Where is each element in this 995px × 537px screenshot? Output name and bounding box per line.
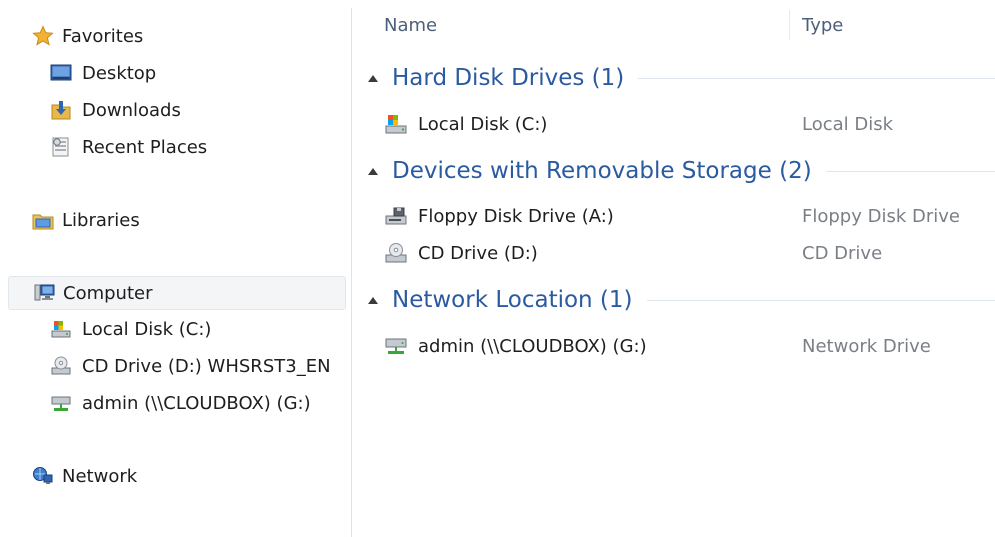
nav-favorites-label: Favorites	[62, 25, 144, 47]
nav-libraries-label: Libraries	[62, 209, 140, 231]
recent-places-icon	[52, 137, 69, 157]
nav-item-local-disk[interactable]: Local Disk (C:)	[50, 314, 211, 344]
local-disk-icon	[51, 321, 71, 338]
item-type: CD Drive	[802, 242, 883, 264]
nav-item-recent-places[interactable]: Recent Places	[50, 132, 207, 162]
group-title: Devices with Removable Storage (2)	[392, 158, 812, 184]
nav-item-downloads[interactable]: Downloads	[50, 95, 181, 125]
nav-item-label: Downloads	[82, 99, 181, 121]
group-divider	[638, 77, 995, 79]
nav-item-desktop[interactable]: Desktop	[50, 58, 156, 88]
group-header-network-location[interactable]: Network Location (1)	[368, 283, 995, 317]
group-divider	[825, 170, 995, 172]
nav-item-label: admin (\\CLOUDBOX) (G:)	[82, 392, 311, 414]
nav-computer[interactable]: Computer	[8, 276, 346, 310]
network-icon	[33, 467, 53, 484]
nav-network[interactable]: Network	[32, 461, 137, 491]
navigation-pane: Favorites Desktop Downloads Recent Place…	[0, 0, 352, 537]
star-icon	[32, 25, 54, 46]
item-type: Local Disk	[802, 113, 894, 135]
nav-libraries[interactable]: Libraries	[32, 205, 140, 235]
group-title: Hard Disk Drives (1)	[392, 65, 625, 91]
group-divider	[646, 299, 995, 301]
collapse-triangle-icon[interactable]	[368, 167, 378, 175]
network-drive-icon	[385, 338, 407, 354]
nav-item-network-drive[interactable]: admin (\\CLOUDBOX) (G:)	[50, 388, 311, 418]
item-name: admin (\\CLOUDBOX) (G:)	[418, 335, 647, 357]
nav-favorites[interactable]: Favorites	[32, 21, 143, 51]
downloads-icon	[51, 101, 71, 120]
column-header-type[interactable]: Type	[802, 10, 843, 40]
content-pane: Name Type Hard Disk Drives (1) Local Dis…	[352, 0, 995, 537]
libraries-icon	[32, 214, 54, 230]
item-name: CD Drive (D:)	[418, 242, 538, 264]
nav-item-label: Local Disk (C:)	[82, 318, 212, 340]
nav-item-label: CD Drive (D:) WHSRST3_EN	[82, 355, 331, 377]
local-disk-icon	[385, 115, 407, 134]
list-item[interactable]: admin (\\CLOUDBOX) (G:)	[384, 331, 647, 361]
cd-drive-icon	[385, 243, 407, 263]
nav-network-label: Network	[62, 465, 138, 487]
item-name: Local Disk (C:)	[418, 113, 548, 135]
column-resize-handle[interactable]	[789, 10, 790, 40]
desktop-icon	[50, 64, 72, 81]
item-type: Floppy Disk Drive	[802, 205, 960, 227]
group-header-removable-storage[interactable]: Devices with Removable Storage (2)	[368, 154, 995, 188]
collapse-triangle-icon[interactable]	[368, 74, 378, 82]
cd-drive-icon	[51, 356, 71, 375]
nav-item-cd-drive[interactable]: CD Drive (D:) WHSRST3_EN	[50, 351, 331, 381]
group-header-hard-disk-drives[interactable]: Hard Disk Drives (1)	[368, 61, 995, 95]
collapse-triangle-icon[interactable]	[368, 296, 378, 304]
nav-item-label: Recent Places	[82, 136, 208, 158]
item-name: Floppy Disk Drive (A:)	[418, 205, 614, 227]
item-type: Network Drive	[802, 335, 931, 357]
floppy-drive-icon	[385, 207, 407, 225]
network-drive-icon	[51, 396, 71, 411]
column-header-name[interactable]: Name	[384, 10, 437, 40]
list-item[interactable]: CD Drive (D:)	[384, 238, 538, 268]
nav-computer-label: Computer	[63, 282, 153, 304]
nav-item-label: Desktop	[82, 62, 157, 84]
computer-icon	[34, 284, 55, 301]
list-item[interactable]: Local Disk (C:)	[384, 109, 547, 139]
group-title: Network Location (1)	[392, 287, 633, 313]
list-item[interactable]: Floppy Disk Drive (A:)	[384, 201, 614, 231]
